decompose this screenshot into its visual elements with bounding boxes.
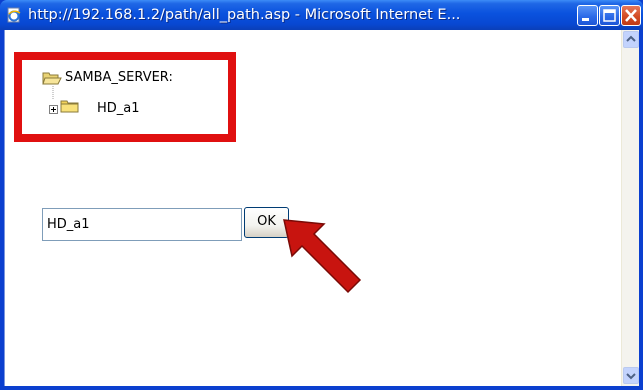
title-bar[interactable]: http://192.168.1.2/path/all_path.asp - M… [0,0,643,30]
maximize-button[interactable] [599,5,620,26]
minimize-button[interactable] [577,5,598,26]
chevron-down-icon [626,373,636,380]
chevron-up-icon [626,35,636,42]
scroll-up-button[interactable] [623,31,639,48]
vertical-scrollbar[interactable] [621,30,639,386]
window-title: http://192.168.1.2/path/all_path.asp - M… [28,7,461,23]
annotation-arrow [283,219,362,294]
maximize-icon [603,9,616,22]
scroll-down-button[interactable] [623,367,639,384]
minimize-icon [582,18,589,21]
highlight-box [14,52,236,142]
close-button[interactable] [621,5,641,26]
path-input[interactable] [42,208,242,241]
close-icon [625,9,637,22]
window-bottom-border [0,386,643,390]
ie-page-icon [6,7,22,23]
